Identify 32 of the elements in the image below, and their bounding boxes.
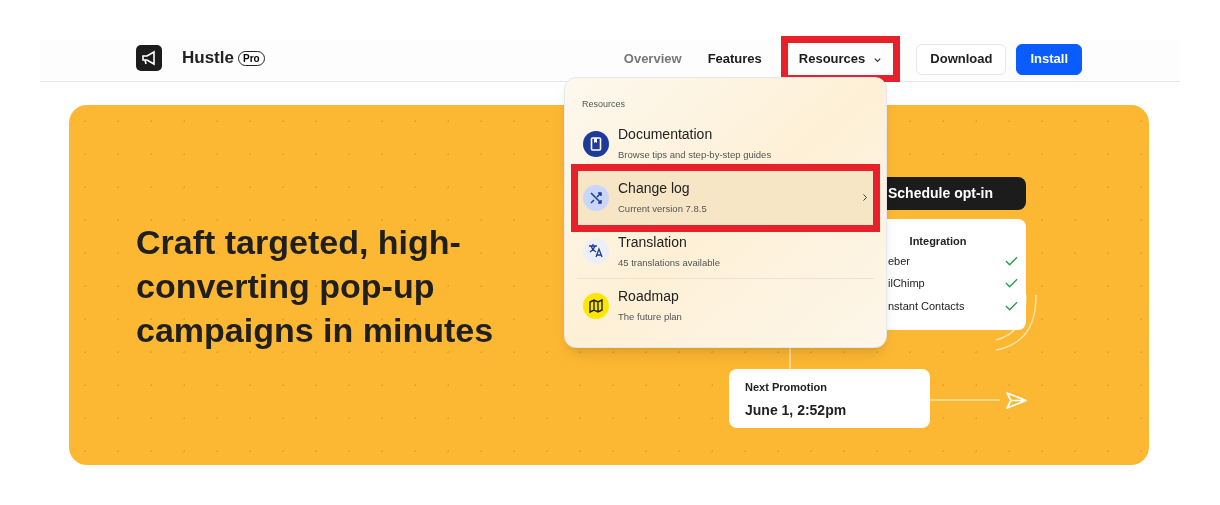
integration-name: eber	[888, 253, 911, 269]
promotion-label: Next Promotion	[745, 380, 828, 395]
menu-item[interactable]: Translation 45 translations available	[577, 224, 874, 279]
menu-item-title: Roadmap	[618, 287, 680, 307]
hero-headline: Craft targeted, high-converting pop-up campaigns in minutes	[136, 222, 495, 351]
integration-title: Integration	[908, 234, 968, 249]
menu-item-subtitle: Browse tips and step-by-step guides	[618, 148, 773, 163]
menu-item-subtitle: 45 translations available	[618, 255, 721, 270]
menu-item[interactable]: Roadmap The future plan	[571, 278, 880, 333]
menu-item-subtitle: The future plan	[618, 310, 683, 325]
brand-name: Hustle	[182, 47, 234, 70]
nav-link[interactable]: Resources	[780, 36, 901, 82]
menu-item[interactable]: Documentation Browse tips and step-by-step guides	[571, 116, 880, 171]
megaphone-icon	[136, 45, 162, 71]
menu-item-title: Change log	[618, 179, 691, 199]
menu-item-title: Translation	[618, 232, 688, 252]
map-icon	[583, 292, 609, 319]
menu-item-title: Documentation	[618, 125, 714, 145]
chevron-right-icon	[862, 193, 868, 202]
shuffle-icon	[583, 184, 609, 211]
send-icon	[1006, 392, 1027, 409]
install-button[interactable]: Install	[1016, 43, 1082, 75]
book-icon	[583, 130, 609, 157]
menu-heading: Resources	[581, 98, 627, 111]
connector-line	[930, 399, 1000, 401]
integration-name: ilChimp	[888, 276, 925, 291]
connector-line	[789, 345, 791, 370]
promotion-date: June 1, 2:52pm	[745, 400, 848, 420]
menu-item-subtitle: Current version 7.8.5	[618, 202, 708, 217]
download-button[interactable]: Download	[916, 43, 1007, 75]
integration-name: nstant Contacts	[888, 298, 965, 314]
translate-icon	[583, 238, 609, 264]
